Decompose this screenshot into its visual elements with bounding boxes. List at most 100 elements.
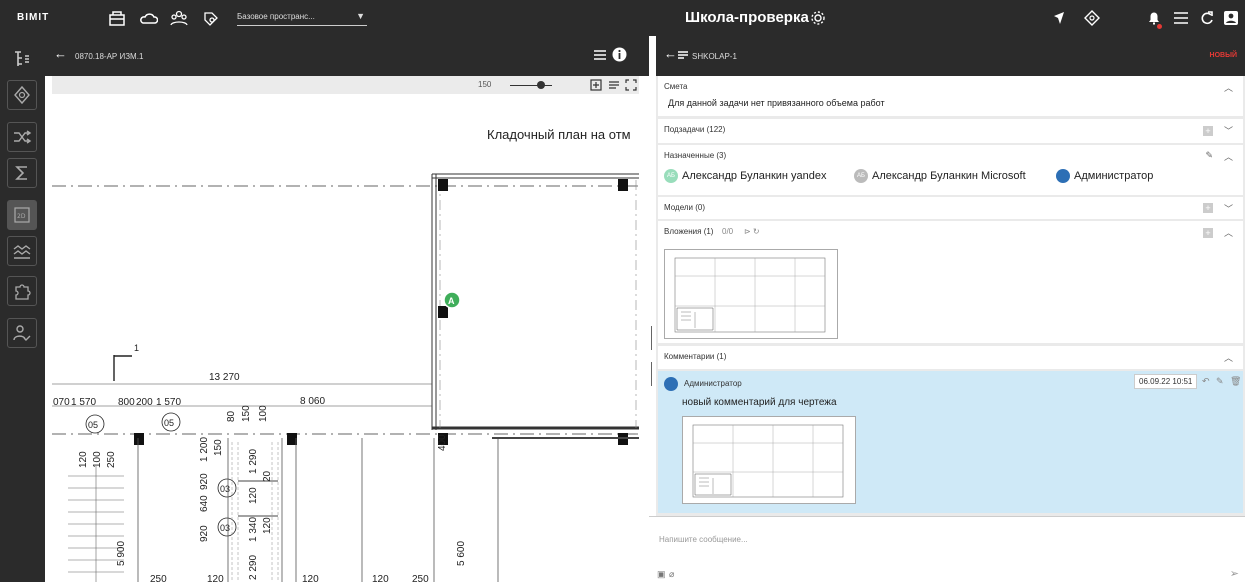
list-icon[interactable] xyxy=(1172,10,1190,26)
attachments-section: Вложения (1) 0/0 ⊳ ↻ + ︿ xyxy=(658,221,1243,343)
attachment-thumbnail[interactable] xyxy=(664,249,838,339)
expand-icon[interactable]: ﹀ xyxy=(1224,202,1233,215)
dim-400: 400 xyxy=(437,434,448,451)
reply-icon[interactable]: ↶ xyxy=(1202,376,1210,387)
send-icon[interactable]: ➢ xyxy=(1230,567,1239,580)
task-header: ← SHKOLAP-1 НОВЫЙ xyxy=(656,36,1245,76)
settings-link-icon[interactable] xyxy=(202,10,220,26)
dim-right: 8 060 xyxy=(300,396,325,407)
dim-vc-1: 20 xyxy=(262,470,273,482)
list-icon[interactable] xyxy=(593,48,607,62)
estimate-title: Смета xyxy=(664,82,688,91)
floor-plan: Кладочный план на отм 1 13 270 8 060 070… xyxy=(52,127,639,582)
tag-0: 05 xyxy=(88,420,98,430)
message-composer[interactable]: Напишите сообщение... ▣ ⌀ ➢ xyxy=(649,516,1245,582)
cube-icon[interactable] xyxy=(1083,10,1101,26)
models-title: Модели (0) xyxy=(664,203,706,212)
delete-icon[interactable]: 🗑 xyxy=(1230,376,1241,387)
notification-dot xyxy=(1157,24,1162,29)
avatar: АБ xyxy=(664,169,678,183)
assignee-0[interactable]: АБ Александр Буланкин yandex xyxy=(664,169,827,183)
terrain-button[interactable] xyxy=(7,236,37,266)
attachments-counter: 0/0 xyxy=(722,227,734,236)
drawing-thumbnail xyxy=(692,424,844,498)
dim-bottom-1: 120 xyxy=(207,574,224,582)
attach-image-icon[interactable]: ▣ xyxy=(657,569,666,580)
dim-row-1: 1 570 xyxy=(71,397,96,408)
assignee-1[interactable]: АБ Александр Буланкин Microsoft xyxy=(854,169,1026,183)
cloud-icon[interactable] xyxy=(140,10,158,26)
dim-va-0: 120 xyxy=(78,451,89,468)
collapse-icon[interactable]: ︿ xyxy=(1224,226,1233,239)
assigned-section: Назначенные (3) ✎ ︿ АБ Александр Буланкин… xyxy=(658,145,1243,195)
info-icon[interactable] xyxy=(612,47,627,62)
gear-icon[interactable] xyxy=(810,10,826,26)
plugins-button[interactable] xyxy=(7,276,37,306)
avatar xyxy=(664,377,678,391)
collapse-icon[interactable]: ︿ xyxy=(1224,150,1233,163)
collapse-icon[interactable]: ︿ xyxy=(1224,351,1233,364)
profile-icon[interactable] xyxy=(1222,10,1240,26)
comments-section[interactable]: Комментарии (1) ︿ xyxy=(658,346,1243,369)
subtasks-section[interactable]: Подзадачи (122) + ﹀ xyxy=(658,119,1243,143)
add-attachment-icon[interactable]: + xyxy=(1203,228,1213,238)
drawing-header: ← 0870.18-АР ИЗМ.1 xyxy=(45,36,650,76)
assignee-name: Александр Буланкин Microsoft xyxy=(872,170,1026,182)
assignee-name: Администратор xyxy=(1074,170,1154,182)
sum-button[interactable] xyxy=(7,158,37,188)
section-mark: 1 xyxy=(134,343,139,353)
shuffle-icon xyxy=(14,130,32,144)
top-bar: BIMIT Базовое пространс... ▼ Школа-прове… xyxy=(0,0,1245,36)
avatar: АБ xyxy=(854,169,868,183)
compare-button[interactable] xyxy=(7,122,37,152)
add-model-icon[interactable]: + xyxy=(1203,203,1213,213)
dim-vc-5: 2 290 xyxy=(248,555,259,580)
dim-5600: 5 600 xyxy=(456,541,467,566)
edit-pencil-icon[interactable]: ✎ xyxy=(1205,150,1213,161)
model-button[interactable] xyxy=(7,80,37,110)
users-button[interactable] xyxy=(7,318,37,348)
cube-icon xyxy=(14,85,30,105)
drawing-viewport[interactable]: 150 Кладочный план на отм 1 13 270 8 060… xyxy=(52,76,639,582)
space-select[interactable]: Базовое пространс... ▼ xyxy=(237,11,367,26)
estimate-section: Смета ︿ Для данной задачи нет привязанно… xyxy=(658,76,1243,116)
team-icon[interactable] xyxy=(170,10,188,26)
dim-vb-2: 920 xyxy=(199,473,210,490)
dim-small-0: 80 xyxy=(226,410,237,422)
comments-title: Комментарии (1) xyxy=(664,352,727,361)
task-marker-label: A xyxy=(448,296,455,306)
svg-text:2D: 2D xyxy=(17,213,26,220)
building-icon[interactable] xyxy=(108,10,126,26)
dim-bottom-4: 250 xyxy=(412,574,429,582)
status-badge[interactable]: НОВЫЙ xyxy=(1210,52,1237,59)
plan-title: Кладочный план на отм xyxy=(487,127,631,142)
expand-icon[interactable]: ﹀ xyxy=(1224,124,1233,137)
panel-splitter[interactable] xyxy=(649,36,656,582)
cursor-icon[interactable] xyxy=(1050,10,1068,26)
back-arrow-icon[interactable]: ← xyxy=(54,46,67,61)
task-details: Смета ︿ Для данной задачи нет привязанно… xyxy=(656,76,1245,516)
tag-2: 03 xyxy=(220,484,230,494)
refresh-icon[interactable] xyxy=(1198,10,1216,26)
back-arrow-icon[interactable]: ← xyxy=(664,46,677,61)
models-section[interactable]: Модели (0) + ﹀ xyxy=(658,197,1243,219)
drawing-2d-button[interactable]: 2D xyxy=(7,200,37,230)
user-check-icon xyxy=(13,325,31,341)
comment-attachment[interactable] xyxy=(682,416,856,504)
assignee-2[interactable]: Администратор xyxy=(1056,169,1153,183)
project-title: Школа-проверка xyxy=(685,9,809,26)
add-subtask-icon[interactable]: + xyxy=(1203,126,1213,136)
tree-icon xyxy=(15,51,29,66)
attach-file-icon[interactable]: ⌀ xyxy=(669,569,674,580)
assigned-title: Назначенные (3) xyxy=(664,151,727,160)
tree-button[interactable] xyxy=(7,44,37,74)
dim-small-2: 100 xyxy=(258,405,269,422)
dim-bottom-0: 250 xyxy=(150,574,167,582)
dim-5900: 5 900 xyxy=(116,541,127,566)
dim-row-4: 1 570 xyxy=(156,397,181,408)
dim-vc-4: 120 xyxy=(262,517,273,534)
play-icon[interactable]: ⊳ ↻ xyxy=(744,227,760,236)
collapse-icon[interactable]: ︿ xyxy=(1224,81,1233,94)
edit-pencil-icon[interactable]: ✎ xyxy=(1216,376,1224,387)
message-input[interactable]: Напишите сообщение... xyxy=(659,535,748,544)
